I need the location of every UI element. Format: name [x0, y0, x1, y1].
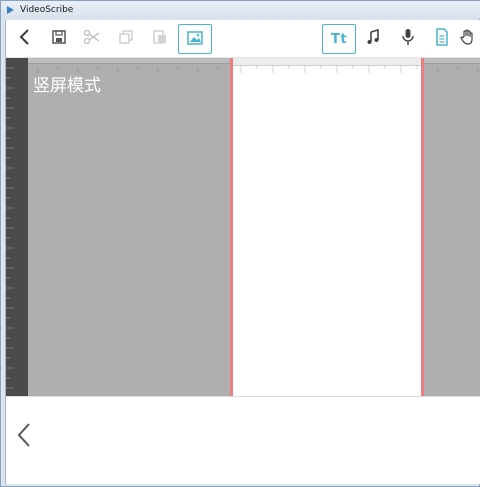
left-ruler: [6, 58, 28, 396]
hand-icon: [459, 28, 477, 50]
timeline-scroll-left-button[interactable]: [14, 421, 34, 453]
copy-button[interactable]: [109, 24, 143, 54]
music-note-icon: [366, 28, 380, 49]
chevron-left-icon: [17, 422, 31, 452]
paste-icon: [152, 29, 168, 49]
voiceover-button[interactable]: [391, 24, 425, 54]
portrait-canvas-frame[interactable]: [230, 58, 424, 396]
cut-button[interactable]: [75, 24, 109, 54]
add-music-button[interactable]: [356, 24, 390, 54]
videoscribe-app-icon: [4, 4, 16, 16]
save-icon: [51, 29, 67, 49]
scissors-icon: [83, 29, 101, 49]
document-button[interactable]: [425, 24, 459, 54]
top-toolbar: Tt: [6, 20, 480, 58]
editor-client-area: Tt 竖屏模式: [5, 20, 480, 484]
timeline-panel: [6, 396, 480, 484]
back-icon: [18, 28, 32, 50]
canvas-workspace[interactable]: 竖屏模式: [6, 58, 480, 396]
image-icon: [187, 30, 203, 49]
title-bar: VideoScribe: [1, 1, 480, 19]
save-button[interactable]: [42, 24, 76, 54]
microphone-icon: [401, 28, 415, 50]
text-tool-label: Tt: [330, 31, 348, 47]
mode-label: 竖屏模式: [33, 76, 101, 96]
window-title: VideoScribe: [20, 5, 74, 15]
copy-icon: [118, 29, 134, 49]
hand-tool-button[interactable]: [459, 24, 480, 54]
add-image-button[interactable]: [178, 24, 212, 54]
canvas-top-ruler: [233, 58, 421, 73]
add-text-button[interactable]: Tt: [322, 24, 356, 54]
app-window: VideoScribe Tt 竖屏模式: [0, 0, 480, 487]
back-button[interactable]: [8, 24, 42, 54]
document-icon: [435, 28, 449, 50]
paste-button[interactable]: [143, 24, 177, 54]
